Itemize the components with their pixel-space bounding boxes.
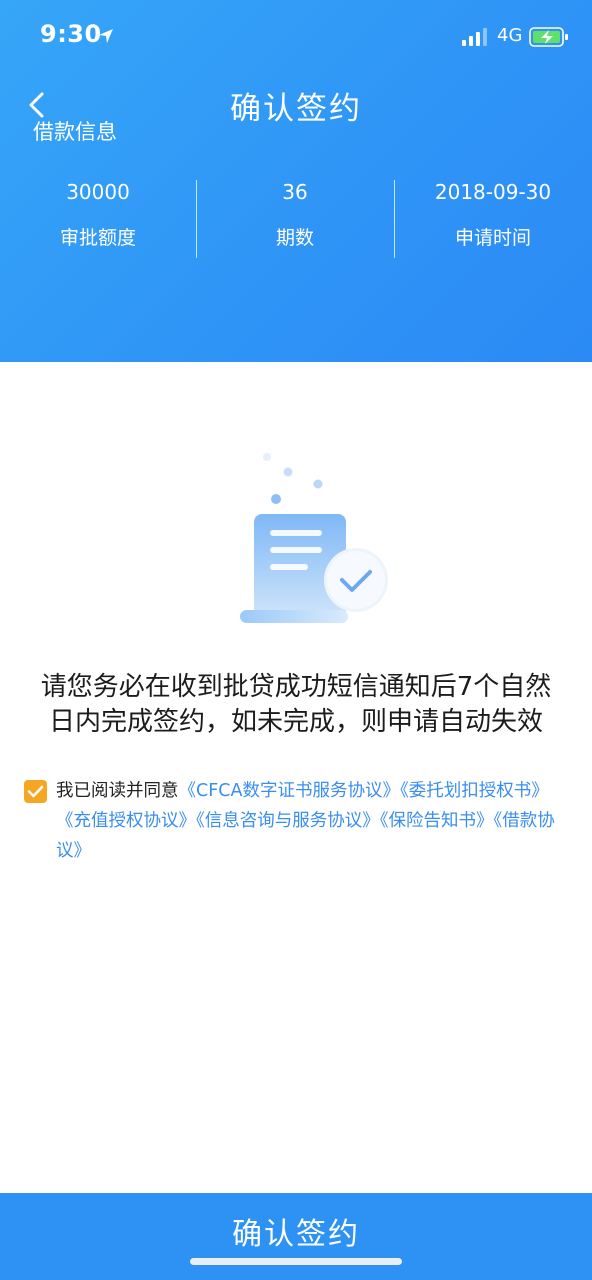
link-recharge-authorization[interactable]: 《充值授权协议》 (56, 811, 196, 831)
status-time: 9:30 (40, 20, 102, 48)
stat-approved-amount: 30000 审批额度 (0, 180, 196, 250)
stat-label: 期数 (275, 227, 314, 249)
notice-line-2: 日内完成签约，如未完成，则申请自动失效 (48, 707, 543, 737)
link-insurance-notice[interactable]: 《保险告知书》 (380, 811, 494, 831)
signal-bars-icon (462, 28, 487, 46)
location-arrow-icon (99, 29, 113, 43)
status-bar: 9:30 4G (0, 0, 592, 70)
confirm-sign-button[interactable]: 确认签约 (0, 1193, 592, 1280)
stat-terms: 36 期数 (197, 180, 393, 250)
home-indicator (190, 1258, 402, 1265)
stat-value: 30000 (66, 180, 130, 204)
stat-application-date: 2018-09-30 申请时间 (395, 180, 591, 250)
link-cfca-certificate-agreement[interactable]: 《CFCA数字证书服务协议》 (179, 781, 400, 801)
stat-label: 审批额度 (59, 227, 136, 249)
link-debit-authorization[interactable]: 《委托划扣授权书》 (400, 781, 549, 801)
document-check-illustration (240, 453, 388, 623)
stat-value: 36 (282, 180, 308, 204)
battery-charging-icon (529, 27, 568, 47)
agreement-checkbox[interactable] (24, 780, 47, 803)
stat-label: 申请时间 (454, 227, 531, 249)
header-banner: 9:30 4G 确认签约 借款信息 30000 审批额度 36 期数 2018-… (0, 0, 592, 362)
section-label-loan-info: 借款信息 (33, 120, 117, 144)
agreement-text: 我已阅读并同意《CFCA数字证书服务协议》《委托划扣授权书》《充值授权协议》《信… (56, 776, 566, 866)
agreement-prefix: 我已阅读并同意 (56, 781, 179, 801)
checkmark-icon (27, 785, 44, 798)
network-label: 4G (497, 25, 523, 46)
link-consulting-service-agreement[interactable]: 《信息咨询与服务协议》 (196, 811, 380, 831)
stat-value: 2018-09-30 (434, 180, 552, 204)
signing-notice: 请您务必在收到批贷成功短信通知后7个自然 日内完成签约，如未完成，则申请自动失效 (20, 670, 572, 740)
notice-line-1: 请您务必在收到批贷成功短信通知后7个自然 (40, 672, 552, 702)
